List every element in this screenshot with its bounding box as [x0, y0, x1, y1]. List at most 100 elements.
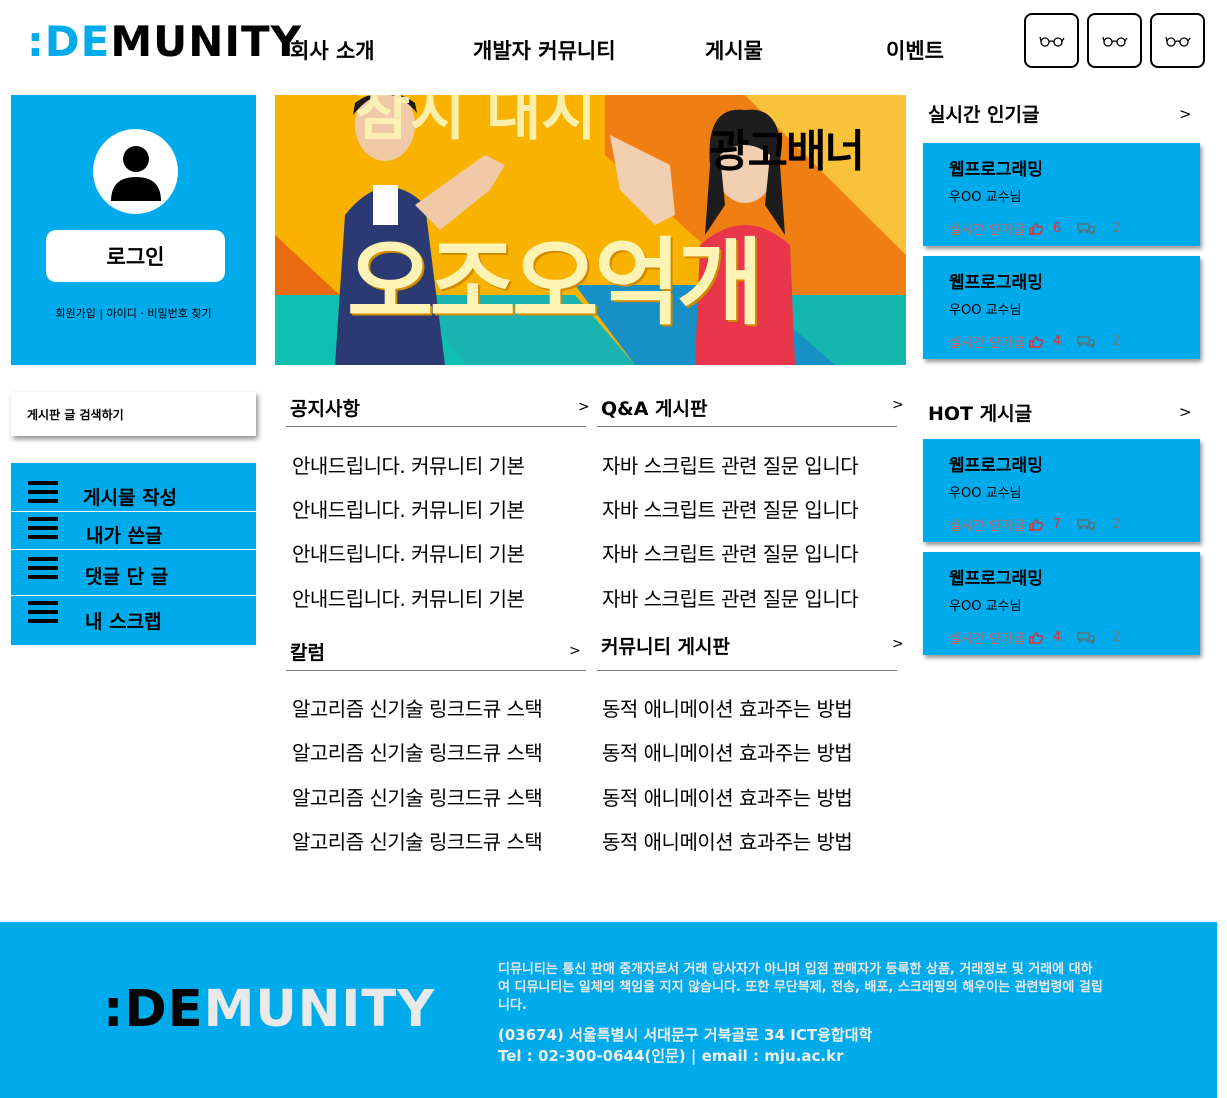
footer-address: (03674) 서울특별시 서대문구 거북골로 34 ICT융합대학: [498, 1026, 873, 1044]
header-icon-button-2[interactable]: [1087, 13, 1142, 68]
community-more-link[interactable]: >: [892, 636, 904, 652]
card-meta: 실시간 인기글 4 2: [949, 628, 1120, 647]
realtime-post-card[interactable]: 웹프로그래밍 우OO 교수님 실시간 인기글 4 2: [923, 256, 1200, 359]
site-footer: :DEMUNITY 디뮤니티는 통신 판매 중개자로서 거래 당사자가 아니며 …: [0, 922, 1217, 1098]
qna-more-link[interactable]: >: [892, 397, 904, 413]
hot-more-link[interactable]: >: [1179, 403, 1192, 421]
notice-post[interactable]: 안내드립니다. 커뮤니티 기본: [292, 450, 525, 479]
menu-item-my-comments[interactable]: 댓글 단 글: [11, 555, 256, 595]
thumbs-up-icon: [1029, 518, 1043, 531]
hot-post-card[interactable]: 웹프로그래밍 우OO 교수님 실시간 인기글 4 2: [923, 552, 1200, 655]
nav-events[interactable]: 이벤트: [886, 34, 944, 68]
hamburger-icon: [28, 557, 58, 584]
menu-item-label: 댓글 단 글: [85, 566, 169, 588]
divider: [597, 426, 897, 427]
footer-contact: Tel : 02-300-0644(인문) | email : mju.ac.k…: [498, 1047, 844, 1065]
realtime-popular-title[interactable]: 실시간 인기글: [928, 100, 1040, 127]
column-board-title[interactable]: 칼럼: [290, 638, 325, 665]
card-comment-count: 2: [1112, 334, 1121, 349]
menu-divider: [11, 595, 256, 596]
login-button[interactable]: 로그인: [46, 230, 225, 282]
card-comment-count: 2: [1112, 517, 1121, 532]
card-comment-count: 2: [1112, 221, 1121, 236]
header-icon-button-3[interactable]: [1150, 13, 1205, 68]
realtime-more-link[interactable]: >: [1179, 105, 1192, 123]
card-title: 웹프로그래밍: [949, 569, 1043, 589]
column-post[interactable]: 알고리즘 신기술 링크드큐 스택: [292, 782, 543, 811]
menu-item-my-scrap[interactable]: 내 스크랩: [11, 599, 256, 639]
nav-dev-community[interactable]: 개발자 커뮤니티: [473, 34, 616, 68]
ad-banner[interactable]: 참시 대시 오조오억개 광고배너: [275, 95, 906, 365]
thumbs-up-icon: [1029, 335, 1043, 348]
logo-accent: :DE: [27, 17, 111, 66]
card-like-count: 4: [1052, 630, 1062, 645]
qna-post[interactable]: 자바 스크립트 관련 질문 입니다: [602, 450, 859, 479]
card-like-count: 4: [1052, 334, 1062, 349]
card-author: 우OO 교수님: [949, 599, 1022, 614]
notice-more-link[interactable]: >: [578, 399, 590, 415]
glasses-icon: [1164, 36, 1191, 47]
card-author: 우OO 교수님: [949, 303, 1022, 318]
glasses-icon: [1101, 36, 1128, 47]
notice-post[interactable]: 안내드립니다. 커뮤니티 기본: [292, 494, 525, 523]
thumbs-up-icon: [1029, 222, 1043, 235]
avatar: [93, 129, 178, 214]
footer-logo-accent: :DE: [103, 980, 204, 1039]
header-icon-button-1[interactable]: [1024, 13, 1079, 68]
community-post[interactable]: 동적 애니메이션 효과주는 방법: [602, 693, 853, 722]
hot-post-card[interactable]: 웹프로그래밍 우OO 교수님 실시간 인기글 7 2: [923, 439, 1200, 542]
card-title: 웹프로그래밍: [949, 456, 1043, 476]
user-menu: 게시물 작성 내가 쓴글 댓글 단 글 내 스크랩: [11, 463, 256, 645]
card-tag: 실시간 인기글: [949, 519, 1025, 534]
community-board-title[interactable]: 커뮤니티 게시판: [601, 632, 730, 659]
column-post[interactable]: 알고리즘 신기술 링크드큐 스택: [292, 693, 543, 722]
site-logo[interactable]: :DEMUNITY: [27, 18, 302, 66]
banner-headline: 오조오억개: [347, 229, 763, 338]
menu-item-write-post[interactable]: 게시물 작성: [11, 473, 256, 513]
menu-divider: [11, 549, 256, 550]
community-post[interactable]: 동적 애니메이션 효과주는 방법: [602, 782, 853, 811]
comment-icon: [1077, 518, 1095, 531]
column-more-link[interactable]: >: [569, 643, 581, 659]
qna-post[interactable]: 자바 스크립트 관련 질문 입니다: [602, 494, 859, 523]
menu-divider: [11, 511, 256, 512]
card-like-count: 6: [1052, 221, 1062, 236]
nav-posts[interactable]: 게시물: [705, 34, 763, 68]
hamburger-icon: [28, 517, 58, 544]
notice-post[interactable]: 안내드립니다. 커뮤니티 기본: [292, 538, 525, 567]
community-post[interactable]: 동적 애니메이션 효과주는 방법: [602, 826, 853, 855]
comment-icon: [1077, 335, 1095, 348]
qna-post[interactable]: 자바 스크립트 관련 질문 입니다: [602, 583, 859, 612]
glasses-icon: [1038, 36, 1065, 47]
divider: [597, 670, 897, 671]
column-post[interactable]: 알고리즘 신기술 링크드큐 스택: [292, 737, 543, 766]
footer-logo-rest: MUNITY: [203, 980, 436, 1039]
card-tag: 실시간 인기글: [949, 632, 1025, 647]
hamburger-icon: [28, 601, 58, 628]
notice-post[interactable]: 안내드립니다. 커뮤니티 기본: [292, 583, 525, 612]
comment-icon: [1077, 631, 1095, 644]
card-title: 웹프로그래밍: [949, 273, 1043, 293]
footer-logo[interactable]: :DEMUNITY: [103, 980, 435, 1039]
column-post[interactable]: 알고리즘 신기술 링크드큐 스택: [292, 826, 543, 855]
footer-disclaimer: 디뮤니티는 통신 판매 중개자로서 거래 당사자가 아니며 입점 판매자가 등록…: [498, 962, 1103, 1013]
board-search-input[interactable]: 게시판 글 검색하기: [11, 392, 256, 436]
notice-board-title[interactable]: 공지사항: [290, 394, 360, 421]
card-meta: 실시간 인기글 7 2: [949, 515, 1120, 534]
card-author: 우OO 교수님: [949, 486, 1022, 501]
menu-item-label: 내 스크랩: [85, 611, 162, 633]
login-panel: 로그인 회원가입 | 아이디 · 비밀번호 찾기: [11, 95, 256, 365]
divider: [286, 670, 586, 671]
qna-post[interactable]: 자바 스크립트 관련 질문 입니다: [602, 538, 859, 567]
menu-item-label: 내가 쓴글: [86, 525, 163, 547]
qna-board-title[interactable]: Q&A 게시판: [601, 394, 707, 421]
signup-find-account-links[interactable]: 회원가입 | 아이디 · 비밀번호 찾기: [11, 305, 256, 321]
hamburger-icon: [28, 481, 58, 508]
hot-posts-title[interactable]: HOT 게시글: [928, 399, 1032, 426]
card-author: 우OO 교수님: [949, 190, 1022, 205]
user-icon: [110, 145, 161, 201]
community-post[interactable]: 동적 애니메이션 효과주는 방법: [602, 737, 853, 766]
divider: [286, 426, 586, 427]
realtime-post-card[interactable]: 웹프로그래밍 우OO 교수님 실시간 인기글 6 2: [923, 143, 1200, 246]
nav-company-intro[interactable]: 회사 소개: [290, 34, 375, 68]
